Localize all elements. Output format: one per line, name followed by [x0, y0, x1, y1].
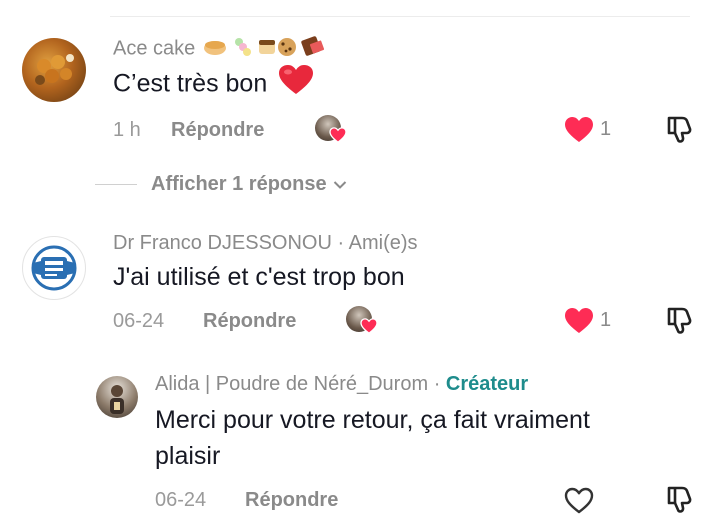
emoji-decoration: [203, 34, 333, 64]
creator-liked-badge: [315, 115, 347, 143]
creator-liked-badge: [346, 306, 378, 334]
like-count: 1: [600, 118, 612, 140]
heart-filled-icon: [565, 308, 593, 333]
show-replies-button[interactable]: Afficher 1 réponse: [95, 173, 347, 196]
reply-button[interactable]: Répondre: [203, 310, 296, 333]
avatar[interactable]: [22, 38, 86, 102]
dislike-button[interactable]: [665, 114, 695, 144]
username-text[interactable]: Alida | Poudre de Néré_Durom: [155, 373, 428, 395]
reply-username[interactable]: Alida | Poudre de Néré_Durom · Créateur: [155, 373, 528, 396]
creator-tag: Créateur: [445, 373, 529, 395]
comment-text: J'ai utilisé et c'est trop bon: [113, 263, 405, 291]
thumbs-down-icon: [667, 116, 692, 143]
avatar[interactable]: [22, 236, 86, 300]
reply-button[interactable]: Répondre: [245, 489, 338, 512]
username-text[interactable]: Ace cake: [113, 37, 195, 59]
heart-emoji-icon: [278, 64, 314, 106]
like-button[interactable]: 1: [564, 116, 611, 143]
like-button[interactable]: 1: [564, 307, 611, 334]
separator: ·: [337, 232, 349, 254]
reply-text-line: plaisir: [155, 442, 221, 470]
show-replies-label: Afficher 1 réponse: [151, 173, 327, 195]
chevron-down-icon: [333, 180, 346, 189]
dislike-button[interactable]: [665, 305, 695, 335]
heart-filled-icon: [565, 117, 593, 142]
comment-time: 1 h: [113, 119, 141, 141]
heart-filled-icon: [360, 318, 378, 334]
dislike-button[interactable]: [665, 484, 695, 514]
reply-text-line: Merci pour votre retour, ça fait vraimen…: [155, 406, 590, 434]
divider-line: [95, 184, 137, 185]
heart-outline-icon: [564, 487, 594, 514]
like-button[interactable]: [564, 487, 594, 514]
reply-text: Merci pour votre retour, ça fait vraimen…: [155, 402, 590, 474]
comment-time: 06-24: [113, 310, 165, 332]
comment-text-content: C’est très bon: [113, 69, 268, 98]
separator: ·: [433, 373, 446, 395]
avatar[interactable]: [96, 376, 138, 418]
reply-time: 06-24: [155, 489, 207, 511]
thumbs-down-icon: [667, 307, 692, 334]
like-count: 1: [600, 309, 612, 331]
heart-filled-icon: [329, 127, 347, 143]
username-text[interactable]: Dr Franco DJESSONOU: [113, 232, 332, 254]
comment-username[interactable]: Ace cake: [113, 34, 333, 64]
thumbs-down-icon: [667, 486, 692, 513]
reply-button[interactable]: Répondre: [171, 119, 264, 142]
comment-username[interactable]: Dr Franco DJESSONOU · Ami(e)s: [113, 232, 418, 255]
friend-tag: Ami(e)s: [348, 232, 418, 254]
top-divider: [110, 16, 690, 17]
comment-text: C’est très bon: [113, 64, 314, 106]
